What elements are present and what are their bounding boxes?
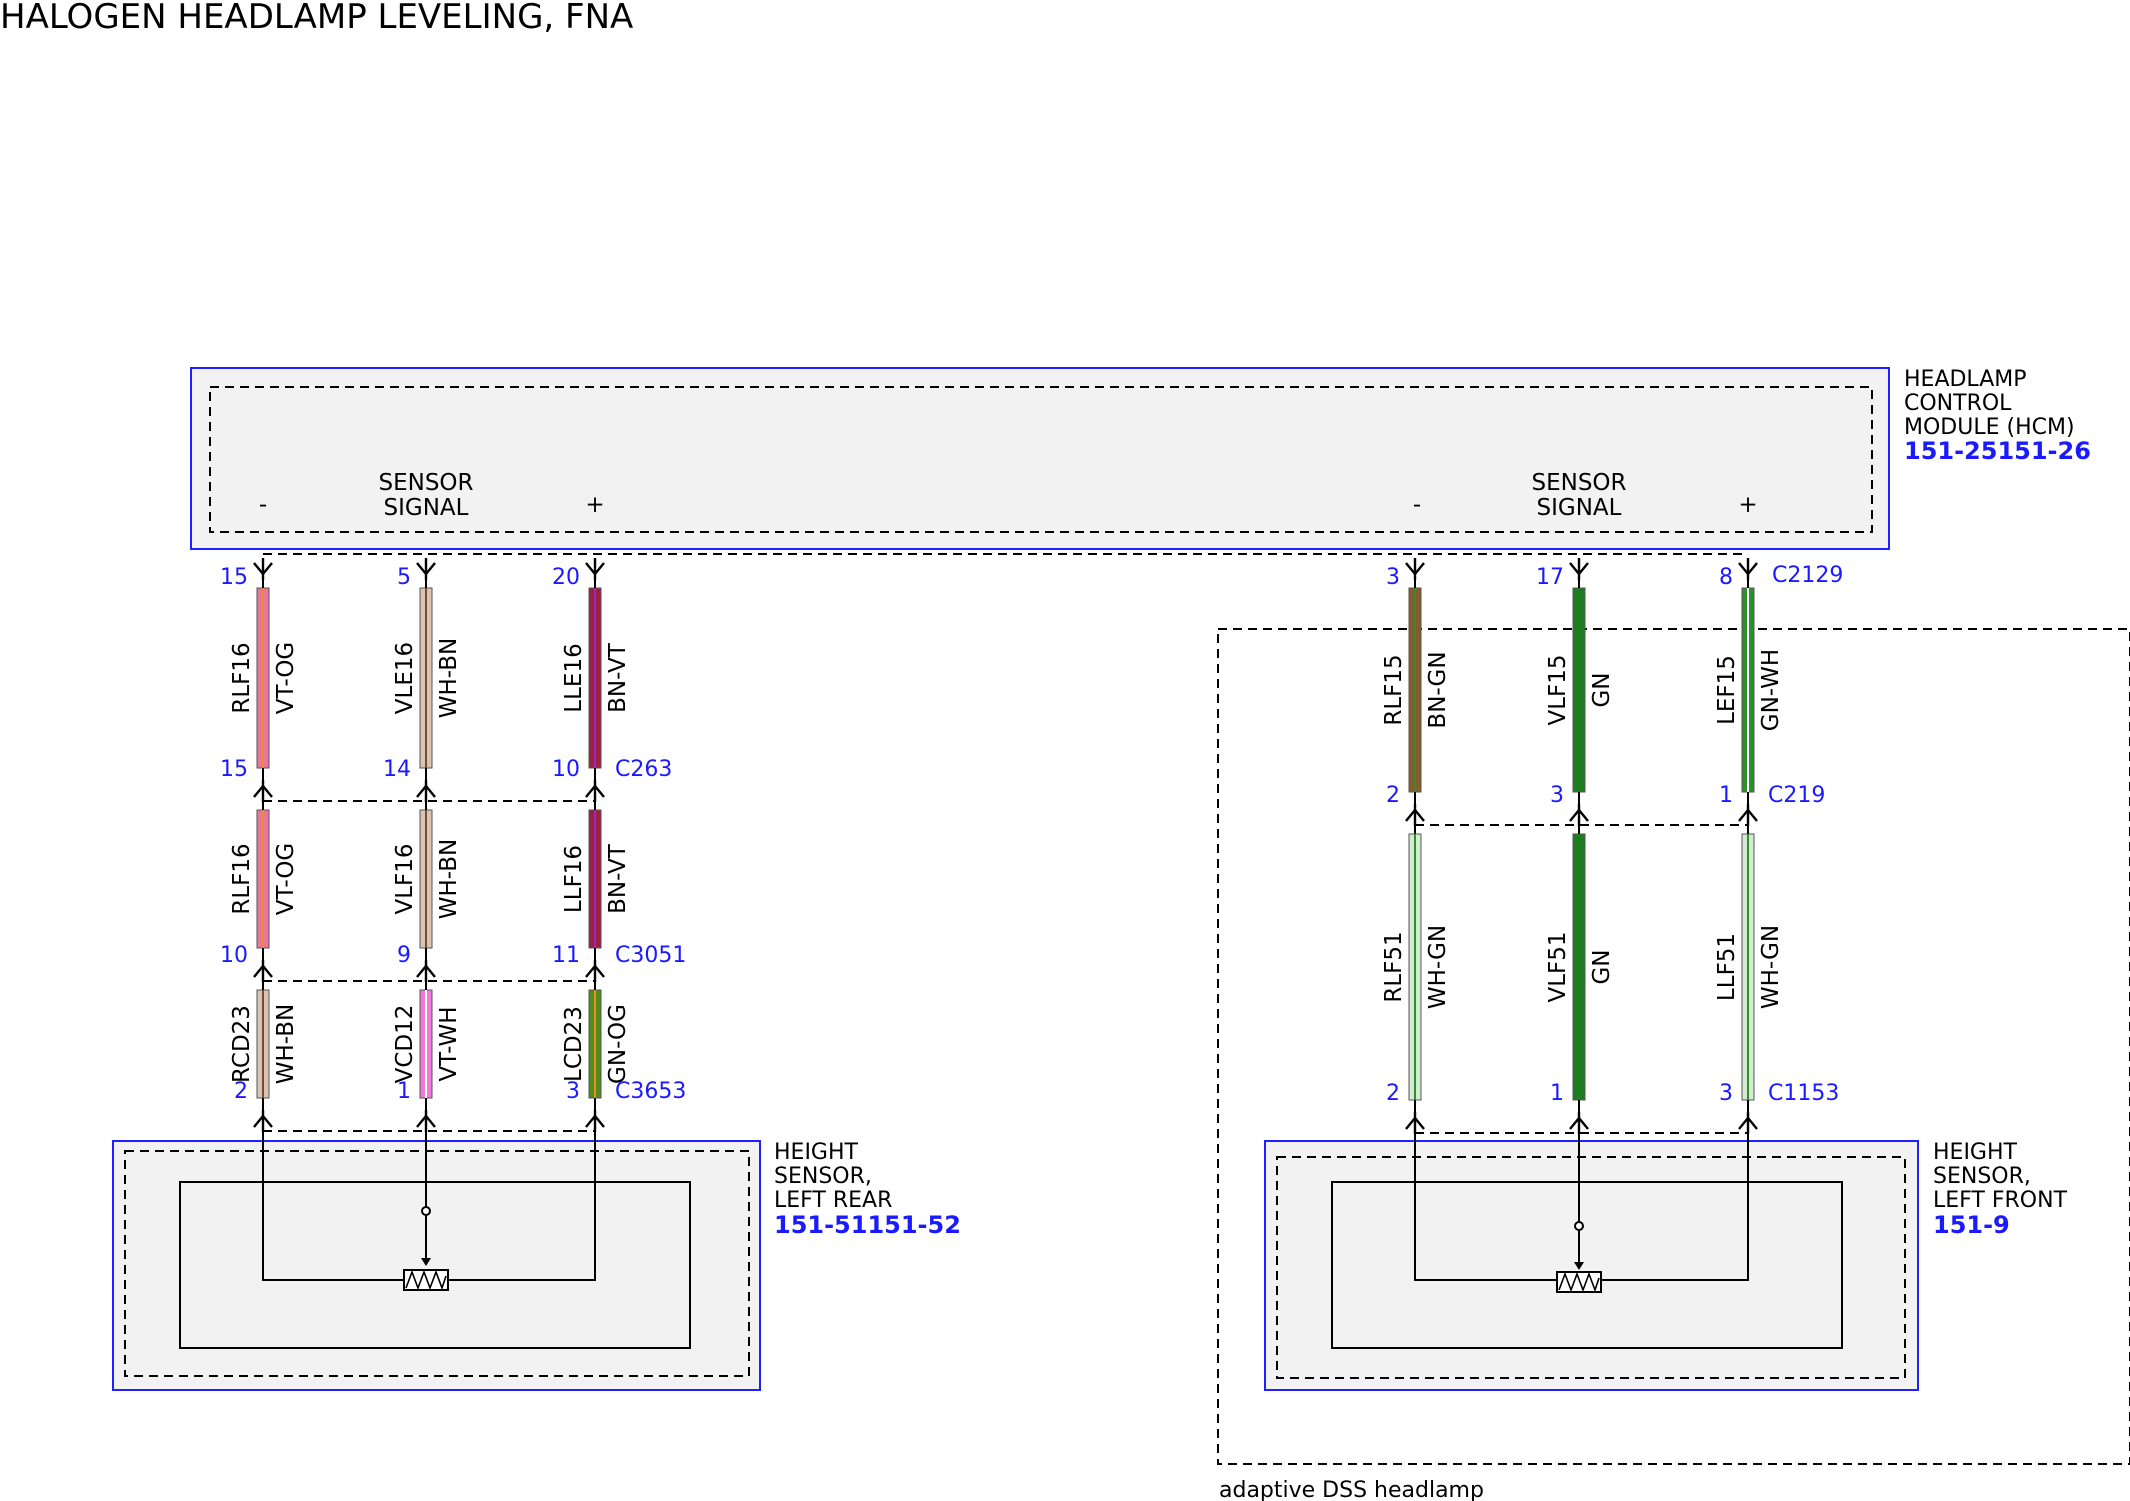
rear-seg2-wire0-pin-bottom: 2 bbox=[234, 1079, 248, 1104]
hcm-right-sensor-line-1: SENSOR bbox=[1531, 470, 1626, 496]
front-seg0-wire1-body bbox=[1572, 587, 1586, 793]
rear-sensor-label-line-1: HEIGHT bbox=[774, 1140, 859, 1165]
front-seg0-wire2-pin-bottom: 1 bbox=[1719, 783, 1733, 808]
hcm-label-line-2: CONTROL bbox=[1904, 391, 2012, 416]
front-seg0-wire0-pin-top: 3 bbox=[1386, 565, 1400, 590]
rear-seg0-wire0-pin-top: 15 bbox=[220, 565, 248, 590]
rear-seg0-wire0-pin-bottom: 15 bbox=[220, 757, 248, 782]
rear-seg0-wire2-pin-top: 20 bbox=[552, 565, 580, 590]
hcm-right-minus: - bbox=[1413, 492, 1421, 518]
front-seg0-wire2-circuit: LEF15 bbox=[1714, 655, 1740, 725]
rear-seg1-wire2-color: BN-VT bbox=[605, 843, 631, 914]
rear-seg2-wire1-circuit: VCD12 bbox=[392, 1005, 418, 1084]
adaptive-region-label: adaptive DSS headlamp bbox=[1219, 1478, 1484, 1501]
hcm-left-plus: + bbox=[585, 492, 604, 518]
rear-seg2-wire2-color: GN-OG bbox=[605, 1004, 631, 1084]
rear-seg1-wire1-circuit: VLF16 bbox=[392, 843, 418, 914]
rear-seg2-connector: C3653 bbox=[615, 1079, 686, 1104]
front-seg0-wire2-pin-top: 8 bbox=[1719, 565, 1733, 590]
rear-sensor-label-line-2: SENSOR, bbox=[774, 1164, 872, 1189]
front-seg1-wire2-pin-bottom: 3 bbox=[1719, 1081, 1733, 1106]
rear-seg0-wire2-pin-bottom: 10 bbox=[552, 757, 580, 782]
front-seg0-wire2-color: GN-WH bbox=[1758, 649, 1784, 731]
rear-seg1-wire0-pin-bottom: 10 bbox=[220, 943, 248, 968]
front-sensor-label-line-2: SENSOR, bbox=[1933, 1164, 2031, 1189]
wires-layer: RLF16 VT-OG 15 15 VLE16 WH-BN 5 14 LLE16 BN-VT 20 1… bbox=[220, 558, 1843, 1134]
diagram-title: HALOGEN HEADLAMP LEVELING, FNA bbox=[0, 0, 633, 37]
rear-seg2-wire0-circuit: RCD23 bbox=[229, 1005, 255, 1083]
rear-seg0-wire1-color: WH-BN bbox=[436, 638, 462, 719]
rear-seg1-connector: C3051 bbox=[615, 943, 686, 968]
rear-seg0-wire1-circuit: VLE16 bbox=[392, 642, 418, 714]
front-seg1-wire0-color: WH-GN bbox=[1425, 925, 1451, 1009]
hcm-left-sensor-line-2: SIGNAL bbox=[384, 495, 469, 521]
front-sensor-label-line-1: HEIGHT bbox=[1933, 1140, 2018, 1165]
front-seg1-wire2-color: WH-GN bbox=[1758, 925, 1784, 1009]
hcm-outline bbox=[190, 367, 1890, 550]
front-seg1-wire1-body bbox=[1572, 833, 1586, 1101]
rear-seg1-wire1-pin-bottom: 9 bbox=[397, 943, 411, 968]
rear-seg0-connector: C263 bbox=[615, 757, 672, 782]
rear-seg0-wire0-color: VT-OG bbox=[273, 642, 299, 715]
front-sensor-wiper-node bbox=[1574, 1221, 1584, 1231]
hcm-ref-link[interactable]: 151-25151-26 bbox=[1904, 437, 2091, 465]
rear-seg2-wire1-color: VT-WH bbox=[436, 1006, 462, 1081]
hcm-right-plus: + bbox=[1738, 492, 1757, 518]
hcm-module[interactable] bbox=[190, 367, 1890, 550]
rear-sensor-wiper-node bbox=[421, 1206, 431, 1216]
rear-seg1-wire0-circuit: RLF16 bbox=[229, 843, 255, 914]
front-seg1-wire0-pin-bottom: 2 bbox=[1386, 1081, 1400, 1106]
hcm-label-line-1: HEADLAMP bbox=[1904, 367, 2027, 392]
front-seg0-wire0-color: BN-GN bbox=[1425, 651, 1451, 728]
front-seg1-wire0-circuit: RLF51 bbox=[1381, 931, 1407, 1002]
rear-seg1-wire1-color: WH-BN bbox=[436, 839, 462, 920]
front-seg1-wire1-pin-bottom: 1 bbox=[1550, 1081, 1564, 1106]
rear-seg0-wire2-circuit: LLE16 bbox=[561, 643, 587, 712]
rear-seg1-wire0-color: VT-OG bbox=[273, 843, 299, 916]
rear-seg1-wire2-pin-bottom: 11 bbox=[552, 943, 580, 968]
front-seg0-wire1-pin-top: 17 bbox=[1536, 565, 1564, 590]
front-seg1-wire1-circuit: VLF51 bbox=[1545, 931, 1571, 1002]
rear-seg2-wire1-pin-bottom: 1 bbox=[397, 1079, 411, 1104]
hcm-left-sensor-line-1: SENSOR bbox=[378, 470, 473, 496]
hcm-left-minus: - bbox=[259, 492, 267, 518]
rear-sensor-outline bbox=[112, 1140, 761, 1391]
front-seg0-wire0-circuit: RLF15 bbox=[1381, 654, 1407, 725]
rear-sensor-label-line-3: LEFT REAR bbox=[774, 1188, 892, 1213]
rear-seg0-wire0-circuit: RLF16 bbox=[229, 642, 255, 713]
hcm-right-sensor-line-2: SIGNAL bbox=[1537, 495, 1622, 521]
front-seg1-wire1-color: GN bbox=[1589, 949, 1615, 984]
rear-seg0-wire1-pin-bottom: 14 bbox=[383, 757, 411, 782]
front-height-sensor[interactable] bbox=[1264, 1130, 1919, 1391]
front-seg1-wire2-circuit: LLF51 bbox=[1714, 933, 1740, 1001]
rear-seg2-wire2-circuit: LCD23 bbox=[561, 1006, 587, 1082]
rear-seg0-wire1-pin-top: 5 bbox=[397, 565, 411, 590]
rear-seg2-wire0-color: WH-BN bbox=[273, 1004, 299, 1085]
front-seg1-connector: C1153 bbox=[1768, 1081, 1839, 1106]
hcm-right-connector: C2129 bbox=[1772, 563, 1843, 588]
rear-seg1-wire2-circuit: LLF16 bbox=[561, 845, 587, 913]
rear-seg2-wire2-pin-bottom: 3 bbox=[566, 1079, 580, 1104]
wiring-diagram: HALOGEN HEADLAMP LEVELING, FNA HEADLAMP … bbox=[0, 0, 2130, 1501]
front-seg0-wire0-pin-bottom: 2 bbox=[1386, 783, 1400, 808]
front-sensor-outline bbox=[1264, 1140, 1919, 1391]
front-sensor-ref-link[interactable]: 151-9 bbox=[1933, 1211, 2010, 1239]
front-sensor-label-line-3: LEFT FRONT bbox=[1933, 1188, 2068, 1213]
front-seg0-wire1-pin-bottom: 3 bbox=[1550, 783, 1564, 808]
rear-seg0-wire2-color: BN-VT bbox=[605, 642, 631, 713]
rear-height-sensor[interactable] bbox=[112, 1130, 761, 1391]
rear-sensor-ref-link[interactable]: 151-51151-52 bbox=[774, 1211, 961, 1239]
front-seg0-wire1-color: GN bbox=[1589, 672, 1615, 707]
front-seg0-connector: C219 bbox=[1768, 783, 1825, 808]
front-seg0-wire1-circuit: VLF15 bbox=[1545, 654, 1571, 725]
